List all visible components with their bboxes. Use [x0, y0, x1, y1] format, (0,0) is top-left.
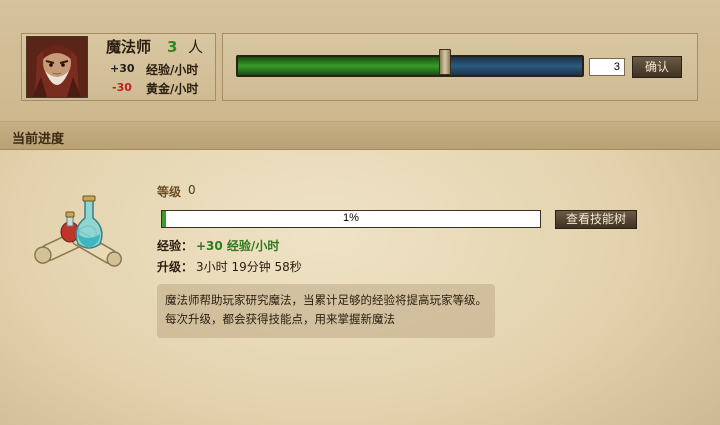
- hire-slider[interactable]: [236, 55, 584, 77]
- experience-progress-bar: 1%: [161, 210, 541, 228]
- quantity-input[interactable]: [589, 58, 625, 76]
- slider-fill: [238, 57, 445, 75]
- unit-count-suffix: 人: [188, 38, 204, 56]
- description-line-2: 每次升级，都会获得技能点，用来掌握新魔法: [165, 312, 395, 326]
- level-value: 0: [188, 183, 196, 197]
- description-line-1: 魔法师帮助玩家研究魔法，当累计足够的经验将提高玩家等级。: [165, 293, 487, 307]
- exp-rate-value: +30: [110, 62, 135, 75]
- section-header: 当前进度: [0, 122, 720, 150]
- unit-info-card: 魔法师 3 人 +30 经验/小时 -30 黄金/小时: [21, 33, 216, 101]
- exp-value: +30 经验/小时: [196, 239, 280, 253]
- potion-scroll-icon: [30, 190, 130, 274]
- unit-name: 魔法师: [106, 38, 152, 56]
- section-title: 当前进度: [12, 132, 65, 147]
- unit-count: 3: [167, 38, 178, 56]
- confirm-button[interactable]: 确认: [632, 56, 682, 78]
- exp-label: 经验：: [157, 239, 194, 253]
- top-panel: 魔法师 3 人 +30 经验/小时 -30 黄金/小时 确认: [0, 0, 720, 122]
- progress-percent: 1%: [343, 212, 359, 224]
- slider-handle[interactable]: [438, 49, 451, 75]
- description-box: 魔法师帮助玩家研究魔法，当累计足够的经验将提高玩家等级。 每次升级，都会获得技能…: [157, 284, 495, 338]
- gold-rate-value: -30: [112, 81, 132, 94]
- view-skill-tree-button[interactable]: 查看技能树: [555, 210, 637, 229]
- wizard-portrait-icon: [26, 36, 88, 98]
- hire-slider-panel: 确认: [222, 33, 698, 101]
- upgrade-time: 3小时 19分钟 58秒: [196, 260, 302, 274]
- level-label: 等级: [157, 185, 182, 199]
- gold-rate-label: 黄金/小时: [146, 82, 199, 96]
- exp-rate-label: 经验/小时: [146, 63, 199, 77]
- upgrade-label: 升级：: [157, 260, 194, 274]
